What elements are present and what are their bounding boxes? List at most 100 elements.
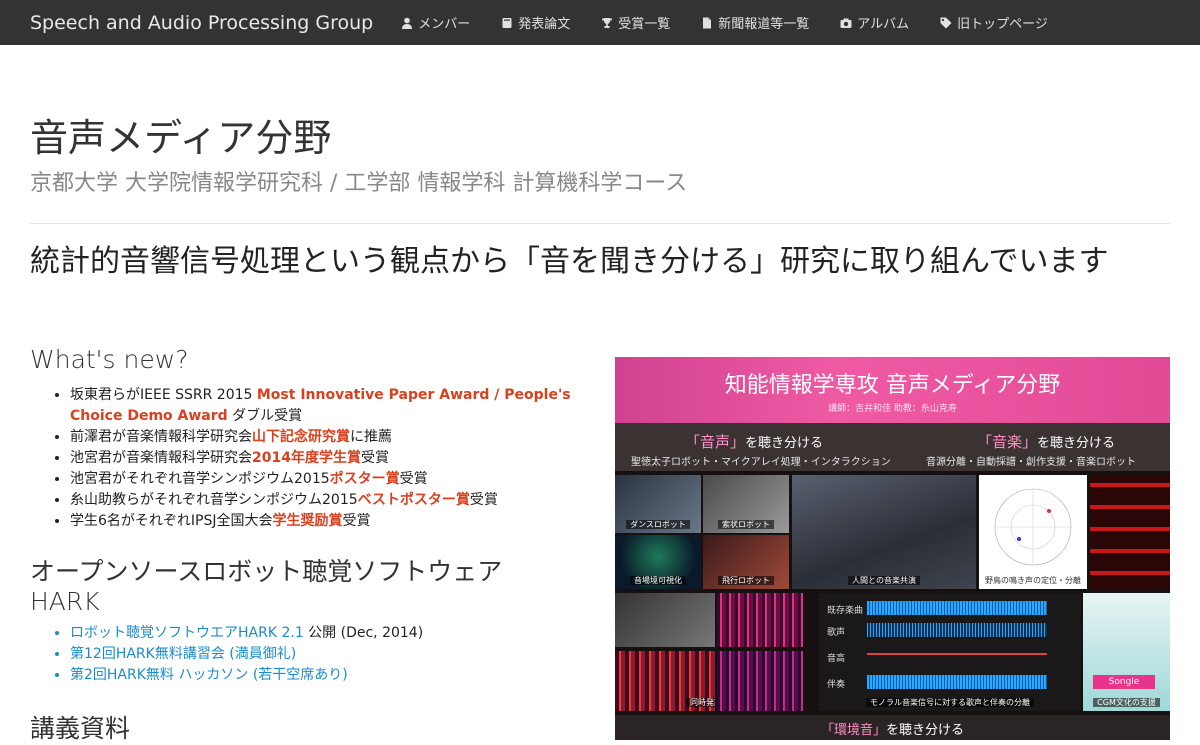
waveform-existing <box>867 601 1047 615</box>
file-icon <box>701 17 713 29</box>
news-text: に推薦 <box>350 429 392 445</box>
caption: ダンスロボット <box>626 520 690 529</box>
speakers-photo <box>615 593 715 647</box>
caption: CGM文化の支援 <box>1093 698 1160 707</box>
spectrogram-left: 同時発話の分離・認識 <box>615 651 715 711</box>
news-list: 坂東君らがIEEE SSRR 2015 Most Innovative Pape… <box>30 385 610 532</box>
caption: 同時発話の分離・認識 <box>686 698 715 707</box>
trophy-icon <box>601 17 613 29</box>
nav-papers-label: 発表論文 <box>518 17 571 32</box>
nav-members-label: メンバー <box>418 17 471 32</box>
poster-env-q: 「環境音」 <box>820 723 886 738</box>
caption: 野鳥の鳴き声の定位・分離 <box>981 576 1085 585</box>
news-item: 学生6名がそれぞれIPSJ全国大会学生奨励賞受賞 <box>70 511 610 532</box>
news-text: 池宮君が音楽情報科学研究会 <box>70 450 252 466</box>
wave-label: 歌声 <box>827 628 846 638</box>
spectrogram-stack <box>1090 475 1170 589</box>
poster-music-heading: 「音楽」を聴き分ける <box>977 431 1115 452</box>
caption: 人間との音楽共演 <box>848 576 920 585</box>
news-text: 受賞 <box>360 450 389 466</box>
divider <box>30 223 1170 224</box>
poster-speech-sub: 聖徳太子ロボット・マイクアレイ処理・インタラクション <box>631 457 891 468</box>
bird-localization-plot: 野鳥の鳴き声の定位・分離 <box>979 475 1087 589</box>
dance-robot-photo: ダンスロボット <box>615 475 701 533</box>
poster-music-sub: 音源分離・自動採譜・創作支援・音楽ロボット <box>926 457 1136 468</box>
page-title: 音声メディア分野 <box>30 116 332 160</box>
spectrogram-top <box>717 593 803 647</box>
award-link[interactable]: 山下記念研究賞 <box>252 429 350 445</box>
poster-title: 知能情報学専攻 音声メディア分野 <box>724 373 1061 398</box>
nav-papers[interactable]: 発表論文 <box>501 13 570 32</box>
hark-item: 第2回HARK無料 ハッカソン (若干空席あり) <box>70 665 610 686</box>
hark-heading-line2: HARK <box>30 587 100 616</box>
poster-env-heading: 「環境音」を聴き分ける <box>615 719 1170 738</box>
news-item: 池宮君がそれぞれ音学シンポジウム2015ポスター賞受賞 <box>70 469 610 490</box>
nav-album-label: アルバム <box>857 17 910 32</box>
award-link[interactable]: 学生奨励賞 <box>273 513 343 529</box>
hark-heading-line1: オープンソースロボット聴覚ソフトウェア <box>30 557 503 586</box>
news-text: 坂東君らがIEEE SSRR 2015 <box>70 387 257 403</box>
whats-new-heading: What's new? <box>30 345 189 374</box>
caption: 索状ロボット <box>718 520 774 529</box>
nav-awards[interactable]: 受賞一覧 <box>601 13 670 32</box>
sound-field-photo: 音場境可視化 <box>615 535 701 589</box>
hark-item: ロボット聴覚ソフトウエアHARK 2.1 公開 (Dec, 2014) <box>70 623 610 644</box>
hark-heading: オープンソースロボット聴覚ソフトウェア HARK <box>30 557 590 617</box>
rope-robot-photo: 索状ロボット <box>703 475 789 533</box>
nav-album[interactable]: アルバム <box>840 13 909 32</box>
wave-label: 既存楽曲 <box>827 606 864 616</box>
songle-logo: Songle <box>1093 675 1155 689</box>
hark-list: ロボット聴覚ソフトウエアHARK 2.1 公開 (Dec, 2014) 第12回… <box>30 623 610 686</box>
research-tagline: 統計的音響信号処理という観点から「音を聞き分ける」研究に取り組んでいます <box>30 244 1109 279</box>
news-text: ダブル受賞 <box>227 408 303 424</box>
cgm-character-image: Songle CGM文化の支援 <box>1083 593 1170 711</box>
flying-robot-photo: 飛行ロボット <box>703 535 789 589</box>
news-item: 前澤君が音楽情報科学研究会山下記念研究賞に推薦 <box>70 427 610 448</box>
poster-staff: 講師：吉井和佳 助教：糸山克寿 <box>828 404 957 414</box>
waveform-vocal <box>867 623 1047 637</box>
nav-old-top-label: 旧トップページ <box>957 17 1048 32</box>
news-text: 学生6名がそれぞれIPSJ全国大会 <box>70 513 273 529</box>
nav-awards-label: 受賞一覧 <box>618 17 671 32</box>
caption: 飛行ロボット <box>718 576 774 585</box>
lab-poster-image: 知能情報学専攻 音声メディア分野 講師：吉井和佳 助教：糸山克寿 「音声」を聴き… <box>615 357 1170 740</box>
nav-press[interactable]: 新聞報道等一覧 <box>701 13 809 32</box>
nav-press-label: 新聞報道等一覧 <box>718 17 810 32</box>
news-item: 坂東君らがIEEE SSRR 2015 Most Innovative Pape… <box>70 385 610 427</box>
award-link[interactable]: ポスター賞 <box>330 471 400 487</box>
news-item: 糸山助教らがそれぞれ音学シンポジウム2015ベストポスター賞受賞 <box>70 490 610 511</box>
news-text: 池宮君がそれぞれ音学シンポジウム2015 <box>70 471 330 487</box>
music-session-photo: 人間との音楽共演 <box>792 475 976 589</box>
wave-label: 伴奏 <box>827 680 846 690</box>
poster-speech-q: 「音声」 <box>685 433 746 451</box>
hark-link[interactable]: 第2回HARK無料 ハッカソン (若干空席あり) <box>70 667 348 683</box>
polar-plot-graphic <box>994 488 1072 566</box>
waveform-accompaniment <box>867 675 1047 689</box>
caption: モノラル音楽信号に対する歌声と伴奏の分離 <box>866 698 1034 707</box>
nav-members[interactable]: メンバー <box>401 13 470 32</box>
news-text: 糸山助教らがそれぞれ音学シンポジウム2015 <box>70 492 358 508</box>
hark-link[interactable]: ロボット聴覚ソフトウエアHARK 2.1 <box>70 625 304 641</box>
nav-old-top[interactable]: 旧トップページ <box>940 13 1048 32</box>
news-text: 受賞 <box>342 513 371 529</box>
poster-music-q: 「音楽」 <box>977 433 1038 451</box>
award-link[interactable]: ベストポスター賞 <box>358 492 470 508</box>
navbar: Speech and Audio Processing Group メンバー 発… <box>0 0 1200 45</box>
brand-link[interactable]: Speech and Audio Processing Group <box>30 12 373 34</box>
spectrogram-right <box>717 651 803 711</box>
caption: 音場境可視化 <box>630 576 686 585</box>
poster-env-rest: を聴き分ける <box>886 723 965 738</box>
poster-speech-rest: を聴き分ける <box>745 436 824 451</box>
camera-icon <box>840 17 852 29</box>
hark-link[interactable]: 第12回HARK無料講習会 (満員御礼) <box>70 646 296 662</box>
tag-icon <box>940 17 952 29</box>
book-icon <box>501 17 513 29</box>
news-text: 前澤君が音楽情報科学研究会 <box>70 429 252 445</box>
news-text: 受賞 <box>399 471 428 487</box>
user-icon <box>401 17 413 29</box>
news-item: 池宮君が音楽情報科学研究会2014年度学生賞受賞 <box>70 448 610 469</box>
wave-label: 音高 <box>827 654 846 664</box>
poster-speech-heading: 「音声」を聴き分ける <box>685 431 823 452</box>
hark-item: 第12回HARK無料講習会 (満員御礼) <box>70 644 610 665</box>
award-link[interactable]: 2014年度学生賞 <box>252 450 361 466</box>
